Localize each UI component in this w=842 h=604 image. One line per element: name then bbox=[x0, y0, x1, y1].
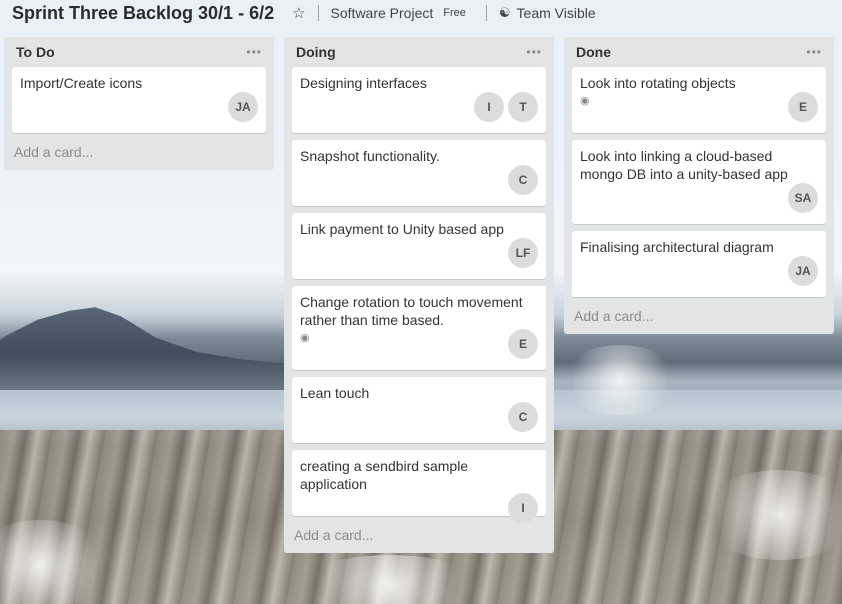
background-steam bbox=[560, 345, 680, 415]
card-members: I bbox=[508, 493, 538, 523]
card-members: JA bbox=[228, 92, 258, 122]
card-members: JA bbox=[788, 256, 818, 286]
card[interactable]: Look into linking a cloud-based mongo DB… bbox=[572, 140, 826, 224]
board-title[interactable]: Sprint Three Backlog 30/1 - 6/2 bbox=[12, 3, 274, 24]
card[interactable]: Designing interfaces I T bbox=[292, 67, 546, 133]
card-members: E bbox=[788, 92, 818, 122]
card-title: creating a sendbird sample application bbox=[300, 458, 469, 492]
list-title[interactable]: To Do bbox=[16, 44, 55, 60]
more-horizontal-icon[interactable]: ••• bbox=[246, 45, 262, 59]
more-horizontal-icon[interactable]: ••• bbox=[806, 45, 822, 59]
card[interactable]: Lean touch C bbox=[292, 377, 546, 443]
header-divider bbox=[317, 5, 319, 21]
card[interactable]: Link payment to Unity based app LF bbox=[292, 213, 546, 279]
list-title[interactable]: Done bbox=[576, 44, 611, 60]
card-footer: ◉ E bbox=[580, 92, 818, 122]
card-title: Lean touch bbox=[300, 385, 370, 401]
card-footer: I T bbox=[300, 92, 538, 122]
card-title: Designing interfaces bbox=[300, 75, 427, 91]
add-card-button[interactable]: Add a card... bbox=[572, 304, 826, 334]
more-horizontal-icon[interactable]: ••• bbox=[526, 45, 542, 59]
card-footer: ◉ E bbox=[300, 329, 538, 359]
card-title: Look into linking a cloud-based mongo DB… bbox=[580, 148, 788, 182]
board-background: Sprint Three Backlog 30/1 - 6/2 ☆ Softwa… bbox=[0, 0, 842, 604]
card[interactable]: Import/Create icons JA bbox=[12, 67, 266, 133]
list-doing: Doing ••• Designing interfaces I T Snaps… bbox=[284, 37, 554, 553]
card-members: E bbox=[508, 329, 538, 359]
list-header: Done ••• bbox=[572, 37, 826, 67]
card-members: I T bbox=[474, 92, 538, 122]
list-done: Done ••• Look into rotating objects ◉ E … bbox=[564, 37, 834, 334]
visibility-button[interactable]: Team Visible bbox=[517, 5, 596, 21]
star-icon[interactable]: ☆ bbox=[292, 4, 305, 22]
list-header: Doing ••• bbox=[292, 37, 546, 67]
card-title: Change rotation to touch movement rather… bbox=[300, 294, 523, 328]
card[interactable]: creating a sendbird sample application I bbox=[292, 450, 546, 523]
plan-badge: Free bbox=[443, 7, 466, 19]
header-divider bbox=[485, 5, 487, 21]
card-title: Import/Create icons bbox=[20, 75, 143, 91]
team-name[interactable]: Software Project bbox=[331, 5, 434, 21]
card-title: Link payment to Unity based app bbox=[300, 221, 504, 237]
card-footer: C bbox=[300, 402, 538, 432]
card-title: Finalising architectural diagram bbox=[580, 239, 774, 255]
list-to-do: To Do ••• Import/Create icons JA Add a c… bbox=[4, 37, 274, 170]
card[interactable]: Finalising architectural diagram JA bbox=[572, 231, 826, 297]
card-members: C bbox=[508, 165, 538, 195]
card-title: Look into rotating objects bbox=[580, 75, 736, 91]
card-title: Snapshot functionality. bbox=[300, 148, 440, 164]
member-avatar[interactable]: I bbox=[508, 493, 538, 523]
card-footer: I bbox=[300, 493, 538, 523]
member-avatar[interactable]: SA bbox=[788, 183, 818, 213]
member-avatar[interactable]: C bbox=[508, 165, 538, 195]
member-avatar[interactable]: JA bbox=[788, 256, 818, 286]
card-footer: SA bbox=[580, 183, 818, 213]
card-footer: C bbox=[300, 165, 538, 195]
background-mountain bbox=[0, 307, 300, 390]
member-avatar[interactable]: E bbox=[788, 92, 818, 122]
board-header: Sprint Three Backlog 30/1 - 6/2 ☆ Softwa… bbox=[0, 0, 842, 26]
add-card-button[interactable]: Add a card... bbox=[292, 523, 546, 553]
list-header: To Do ••• bbox=[12, 37, 266, 67]
member-avatar[interactable]: T bbox=[508, 92, 538, 122]
add-card-button[interactable]: Add a card... bbox=[12, 140, 266, 170]
member-avatar[interactable]: LF bbox=[508, 238, 538, 268]
card[interactable]: Look into rotating objects ◉ E bbox=[572, 67, 826, 133]
eye-icon: ◉ bbox=[580, 95, 590, 107]
card[interactable]: Change rotation to touch movement rather… bbox=[292, 286, 546, 370]
card-members: SA bbox=[788, 183, 818, 213]
card[interactable]: Snapshot functionality. C bbox=[292, 140, 546, 206]
member-avatar[interactable]: JA bbox=[228, 92, 258, 122]
card-footer: LF bbox=[300, 238, 538, 268]
member-avatar[interactable]: C bbox=[508, 402, 538, 432]
card-footer: JA bbox=[580, 256, 818, 286]
team-visibility-icon: ☯ bbox=[498, 5, 511, 20]
member-avatar[interactable]: E bbox=[508, 329, 538, 359]
list-title[interactable]: Doing bbox=[296, 44, 336, 60]
card-footer: JA bbox=[20, 92, 258, 122]
eye-icon: ◉ bbox=[300, 332, 310, 344]
card-members: C bbox=[508, 402, 538, 432]
member-avatar[interactable]: I bbox=[474, 92, 504, 122]
card-members: LF bbox=[508, 238, 538, 268]
